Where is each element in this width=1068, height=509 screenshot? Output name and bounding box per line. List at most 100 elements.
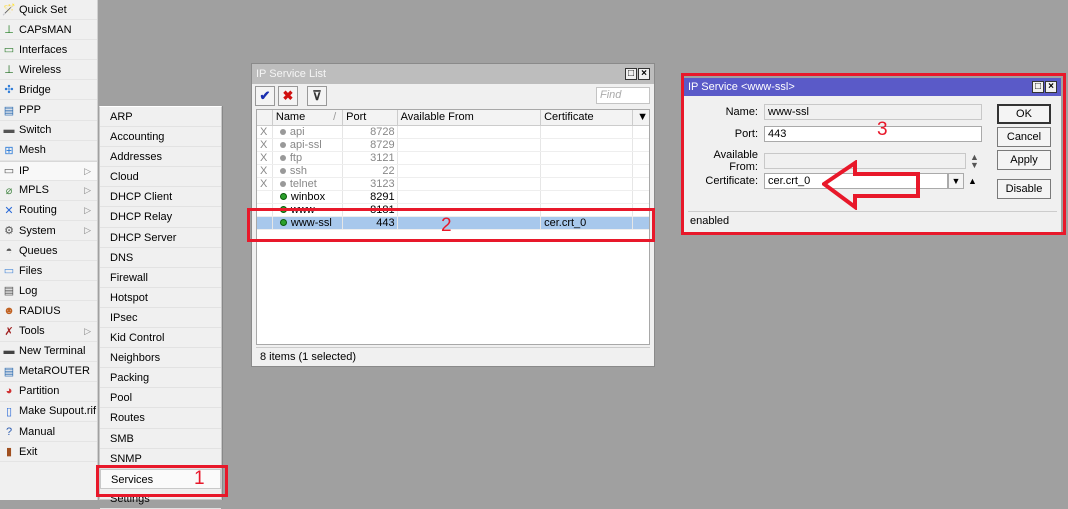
column-flag[interactable] [257, 110, 273, 125]
submenu-item-pool[interactable]: Pool [100, 388, 221, 409]
menu-item-log[interactable]: ▤ Log [0, 281, 97, 302]
status-dot-icon [279, 128, 286, 135]
filter-button[interactable]: ⊽ [307, 86, 327, 106]
submenu-item-accounting[interactable]: Accounting [100, 127, 221, 148]
disable-button[interactable]: Disable [997, 179, 1051, 199]
name-field[interactable]: www-ssl [764, 104, 982, 120]
submenu-item-dns[interactable]: DNS [100, 248, 221, 268]
column-available-from[interactable]: Available From [398, 110, 542, 125]
collapse-arrow-icon[interactable]: ▲ [968, 176, 977, 186]
certificate-dropdown-button[interactable]: ▼ [948, 173, 964, 189]
submenu-item-ipsec[interactable]: IPsec [100, 308, 221, 329]
column-name[interactable]: Name / [273, 110, 344, 125]
submenu-item-routes[interactable]: Routes [100, 408, 221, 429]
gear-icon: ⚙ [4, 225, 14, 238]
maximize-button[interactable]: □ [625, 68, 637, 80]
annotation-number-3: 3 [877, 119, 888, 140]
apply-button[interactable]: Apply [997, 150, 1051, 170]
name-label: Name: [725, 106, 758, 118]
menu-item-label: Partition [19, 385, 60, 398]
menu-item-capsman[interactable]: ⊥ CAPsMAN [0, 20, 97, 41]
submenu-item-addresses[interactable]: Addresses [100, 147, 221, 168]
row-filler [633, 204, 649, 216]
submenu-item-neighbors[interactable]: Neighbors [100, 348, 221, 369]
enable-button[interactable]: ✔ [255, 86, 275, 106]
dialog-close-button[interactable]: × [1045, 81, 1057, 93]
row-flag: X [257, 178, 273, 190]
submenu-item-dhcp-client[interactable]: DHCP Client [100, 187, 221, 208]
menu-item-routing[interactable]: ✕ Routing ▷ [0, 201, 97, 222]
table-row[interactable]: Xftp 3121 [257, 152, 649, 165]
menu-item-label: Files [19, 264, 43, 277]
disable-button[interactable]: ✖ [278, 86, 298, 106]
dialog-maximize-button[interactable]: □ [1032, 81, 1044, 93]
submenu-item-arp[interactable]: ARP [100, 107, 221, 128]
row-flag: X [257, 139, 273, 151]
row-certificate [541, 191, 634, 203]
menu-item-label: PPP [19, 104, 42, 117]
terminal-icon: ▬ [3, 345, 15, 358]
menu-item-quick-set[interactable]: 🪄 Quick Set [0, 0, 97, 21]
menu-item-ip[interactable]: ▭ IP ▷ [0, 160, 97, 181]
menu-item-partition[interactable]: ◕ Partition [0, 382, 97, 402]
menu-item-exit[interactable]: ▮ Exit [0, 442, 97, 463]
submenu-item-dhcp-relay[interactable]: DHCP Relay [100, 207, 221, 228]
menu-item-manual[interactable]: ? Manual [0, 422, 97, 443]
column-chooser[interactable]: ▼ [633, 110, 649, 125]
table-row[interactable]: www 8181 [257, 204, 649, 217]
menu-item-wireless[interactable]: ⊥ Wireless [0, 60, 97, 81]
row-port: 3123 [343, 178, 398, 190]
column-port[interactable]: Port [343, 110, 398, 125]
row-flag [257, 191, 273, 203]
menu-item-tools[interactable]: ✗ Tools ▷ [0, 322, 97, 342]
menu-item-mesh[interactable]: ⊞ Mesh [0, 141, 97, 161]
ok-button[interactable]: OK [997, 104, 1051, 124]
menu-item-switch[interactable]: ▬ Switch [0, 121, 97, 141]
submenu-item-smb[interactable]: SMB [100, 429, 221, 449]
row-name: www [273, 204, 344, 216]
menu-item-radius[interactable]: ☻ RADIUS [0, 301, 97, 322]
submenu-item-dhcp-server[interactable]: DHCP Server [100, 228, 221, 248]
table-row[interactable]: www-ssl 443 cer.crt_0 [257, 217, 649, 230]
menu-item-queues[interactable]: ◓ Queues [0, 241, 97, 262]
menu-item-metarouter[interactable]: ▤ MetaROUTER [0, 362, 97, 382]
table-row[interactable]: Xssh 22 [257, 165, 649, 178]
submenu-item-settings[interactable]: Settings [100, 489, 221, 509]
cancel-button[interactable]: Cancel [997, 127, 1051, 147]
status-dot-icon [279, 180, 286, 187]
menu-item-label: Log [19, 284, 38, 297]
row-available-from [398, 217, 542, 229]
status-dot-icon [279, 193, 287, 201]
menu-item-system[interactable]: ⚙ System ▷ [0, 221, 97, 242]
menu-item-ppp[interactable]: ▤ PPP [0, 100, 97, 121]
expand-arrows-icon[interactable]: ▲ ▼ [970, 153, 979, 170]
submenu-item-snmp[interactable]: SNMP [100, 449, 221, 469]
find-input[interactable]: Find [596, 87, 650, 104]
port-field[interactable]: 443 [764, 126, 982, 142]
menu-item-make-supout-rif[interactable]: ▯ Make Supout.rif [0, 402, 97, 422]
submenu-item-cloud[interactable]: Cloud [100, 167, 221, 188]
table-row[interactable]: Xapi-ssl 8729 [257, 139, 649, 152]
dialog-title-bar[interactable]: IP Service <www-ssl> □ × [684, 78, 1061, 96]
menu-item-interfaces[interactable]: ▭ Interfaces [0, 40, 97, 61]
submenu-item-hotspot[interactable]: Hotspot [100, 288, 221, 308]
mesh-icon: ⊞ [4, 144, 14, 157]
table-row[interactable]: Xapi 8728 [257, 126, 649, 139]
submenu-item-kid-control[interactable]: Kid Control [100, 328, 221, 349]
submenu-item-firewall[interactable]: Firewall [100, 268, 221, 288]
window-title-bar[interactable]: IP Service List □ × [252, 64, 654, 84]
certificate-label: Certificate: [705, 175, 758, 187]
submenu-item-packing[interactable]: Packing [100, 368, 221, 389]
column-certificate[interactable]: Certificate [541, 110, 634, 125]
row-flag [257, 204, 273, 216]
ip-service-list-window: IP Service List □ × ✔ ✖ ⊽ Find Name / Por… [251, 63, 655, 367]
table-row[interactable]: Xtelnet 3123 [257, 178, 649, 191]
table-row[interactable]: winbox 8291 [257, 191, 649, 204]
close-button[interactable]: × [638, 68, 650, 80]
menu-item-mpls[interactable]: ⌀ MPLS ▷ [0, 181, 97, 201]
menu-item-new-terminal[interactable]: ▬ New Terminal [0, 342, 97, 362]
menu-item-label: MetaROUTER [19, 365, 90, 378]
interfaces-icon: ▭ [3, 44, 15, 57]
menu-item-files[interactable]: ▭ Files [0, 261, 97, 282]
menu-item-bridge[interactable]: ✣ Bridge [0, 80, 97, 101]
